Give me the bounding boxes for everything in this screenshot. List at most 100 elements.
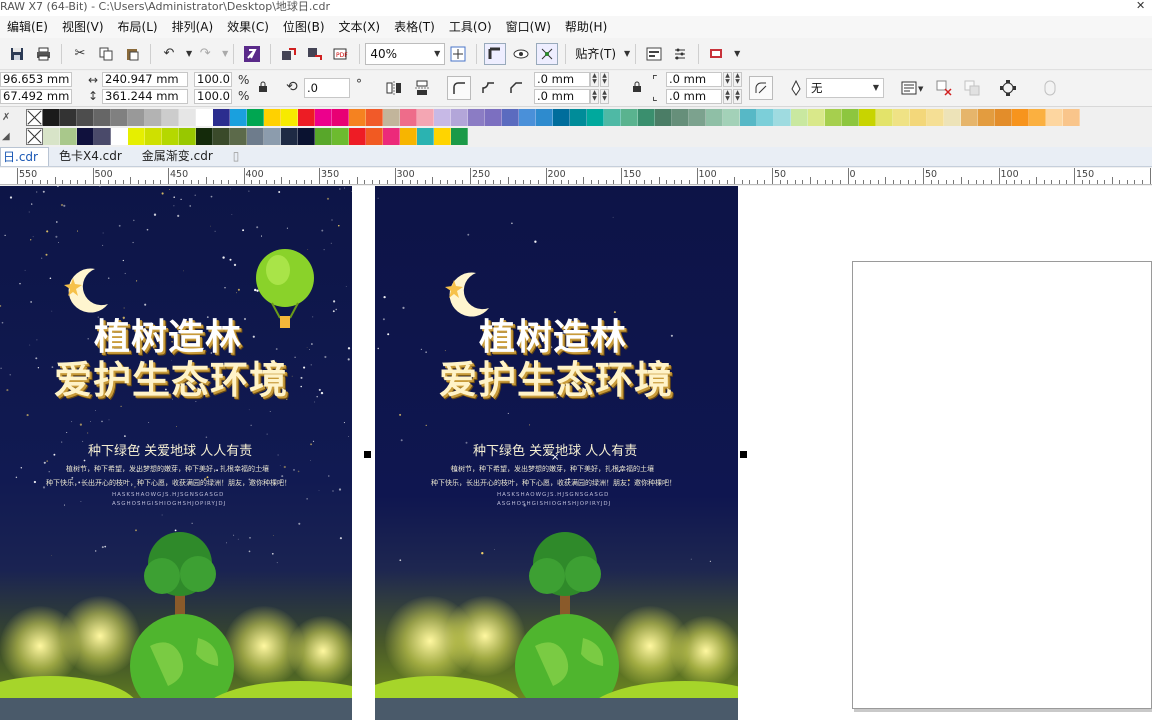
snap-to-button[interactable]: 贴齐(T) xyxy=(571,45,620,62)
snap-icon[interactable] xyxy=(536,42,559,65)
color-swatch[interactable] xyxy=(298,128,315,145)
color-swatch[interactable] xyxy=(264,109,281,126)
color-swatch[interactable] xyxy=(94,128,111,145)
color-swatch[interactable] xyxy=(842,109,859,126)
text-wrap-icon[interactable] xyxy=(901,80,919,99)
spinner-arrows-icon[interactable]: ▲ ▼ xyxy=(733,72,742,87)
color-swatch[interactable] xyxy=(910,109,927,126)
color-swatch[interactable] xyxy=(196,128,213,145)
color-swatch[interactable] xyxy=(94,109,111,126)
color-swatch[interactable] xyxy=(638,109,655,126)
zoom-level-select[interactable]: 40% ▼ xyxy=(365,42,446,65)
chevron-down-icon[interactable]: ▼ xyxy=(186,49,192,58)
scallop-corner-icon[interactable] xyxy=(480,79,496,98)
color-swatch[interactable] xyxy=(944,109,961,126)
color-swatch[interactable] xyxy=(281,109,298,126)
color-swatch[interactable] xyxy=(298,109,315,126)
scale-y-field[interactable]: 100.0 xyxy=(194,89,232,104)
zoom-fit-icon[interactable] xyxy=(447,43,469,65)
color-swatch[interactable] xyxy=(859,109,876,126)
y-position-field[interactable]: 67.492 mm xyxy=(0,89,72,104)
color-swatch[interactable] xyxy=(111,109,128,126)
selection-handle-right[interactable] xyxy=(740,451,747,458)
selection-handle-left[interactable] xyxy=(364,451,371,458)
color-swatch[interactable] xyxy=(536,109,553,126)
color-swatch[interactable] xyxy=(468,109,485,126)
color-swatch[interactable] xyxy=(145,128,162,145)
color-swatch[interactable] xyxy=(60,109,77,126)
color-swatch[interactable] xyxy=(451,128,468,145)
color-swatch[interactable] xyxy=(43,128,60,145)
color-swatch[interactable] xyxy=(876,109,893,126)
print-icon[interactable] xyxy=(32,43,54,65)
color-swatch[interactable] xyxy=(145,109,162,126)
tab-document-3[interactable]: 金属渐变.cdr xyxy=(132,147,223,166)
menu-window[interactable]: 窗口(W) xyxy=(499,16,558,38)
color-swatch[interactable] xyxy=(587,109,604,126)
tab-overflow[interactable]: ▯ xyxy=(223,147,250,166)
tab-document-2[interactable]: 色卡X4.cdr xyxy=(49,147,132,166)
color-swatch[interactable] xyxy=(281,128,298,145)
selection-center-icon[interactable]: × xyxy=(551,452,559,463)
menu-arrange[interactable]: 排列(A) xyxy=(165,16,221,38)
chamfer-corner-icon[interactable] xyxy=(508,79,524,98)
color-swatch[interactable] xyxy=(179,128,196,145)
color-swatch[interactable] xyxy=(689,109,706,126)
color-swatch[interactable] xyxy=(60,128,77,145)
menu-effects[interactable]: 效果(C) xyxy=(220,16,276,38)
color-swatch[interactable] xyxy=(808,109,825,126)
close-icon[interactable]: ✕ xyxy=(1136,0,1146,12)
color-swatch[interactable] xyxy=(757,109,774,126)
chevron-down-icon[interactable]: ▼ xyxy=(918,82,923,96)
poster-artwork-1[interactable]: 植树造林 爱护生态环境 种下绿色 关爱地球 人人有责 植树节，种下希望，发出梦想… xyxy=(0,186,352,720)
menu-help[interactable]: 帮助(H) xyxy=(558,16,614,38)
color-swatch[interactable] xyxy=(196,109,213,126)
spinner-arrows-icon[interactable]: ▲ ▼ xyxy=(723,89,732,104)
color-swatch[interactable] xyxy=(961,109,978,126)
color-swatch[interactable] xyxy=(995,109,1012,126)
menu-bitmaps[interactable]: 位图(B) xyxy=(276,16,332,38)
tab-document-1[interactable]: 日.cdr xyxy=(0,147,49,166)
color-swatch[interactable] xyxy=(43,109,60,126)
import-icon[interactable] xyxy=(278,43,300,65)
drawing-canvas[interactable]: 植树造林 爱护生态环境 种下绿色 关爱地球 人人有责 植树节，种下希望，发出梦想… xyxy=(0,186,1152,720)
corner-radius-top-field[interactable]: .0 mm xyxy=(534,72,590,87)
spinner-arrows-icon[interactable]: ▲ ▼ xyxy=(600,89,609,104)
color-swatch[interactable] xyxy=(893,109,910,126)
color-swatch[interactable] xyxy=(519,109,536,126)
color-swatch[interactable] xyxy=(383,128,400,145)
color-swatch[interactable] xyxy=(978,109,995,126)
color-swatch[interactable] xyxy=(332,109,349,126)
menu-layout[interactable]: 布局(L) xyxy=(111,16,165,38)
color-swatch[interactable] xyxy=(502,109,519,126)
undo-icon[interactable]: ↶ xyxy=(158,43,180,65)
round-corner-button[interactable] xyxy=(447,76,471,100)
spinner-arrows-icon[interactable]: ▲ ▼ xyxy=(600,72,609,87)
color-swatch[interactable] xyxy=(264,128,281,145)
menu-view[interactable]: 视图(V) xyxy=(55,16,111,38)
color-swatch[interactable] xyxy=(434,109,451,126)
spinner-arrows-icon[interactable]: ▲ ▼ xyxy=(723,72,732,87)
color-swatch[interactable] xyxy=(1029,109,1046,126)
spinner-arrows-icon[interactable]: ▲ ▼ xyxy=(590,89,599,104)
color-swatch[interactable] xyxy=(485,109,502,126)
color-swatch[interactable] xyxy=(774,109,791,126)
color-swatch[interactable] xyxy=(213,128,230,145)
color-swatch[interactable] xyxy=(1046,109,1063,126)
mirror-horizontal-icon[interactable] xyxy=(386,80,402,99)
options-settings-icon[interactable] xyxy=(669,43,691,65)
color-swatch[interactable] xyxy=(128,128,145,145)
color-swatch[interactable] xyxy=(417,109,434,126)
color-swatch[interactable] xyxy=(621,109,638,126)
color-swatch[interactable] xyxy=(451,109,468,126)
menu-table[interactable]: 表格(T) xyxy=(387,16,442,38)
no-color-swatch[interactable] xyxy=(26,109,43,126)
menu-tools[interactable]: 工具(O) xyxy=(442,16,499,38)
paste-icon[interactable] xyxy=(121,43,143,65)
width-field[interactable]: 240.947 mm xyxy=(102,72,188,87)
color-swatch[interactable] xyxy=(315,128,332,145)
color-swatch[interactable] xyxy=(927,109,944,126)
color-swatch[interactable] xyxy=(570,109,587,126)
scale-x-field[interactable]: 100.0 xyxy=(194,72,232,87)
application-launcher-icon[interactable] xyxy=(706,43,728,65)
